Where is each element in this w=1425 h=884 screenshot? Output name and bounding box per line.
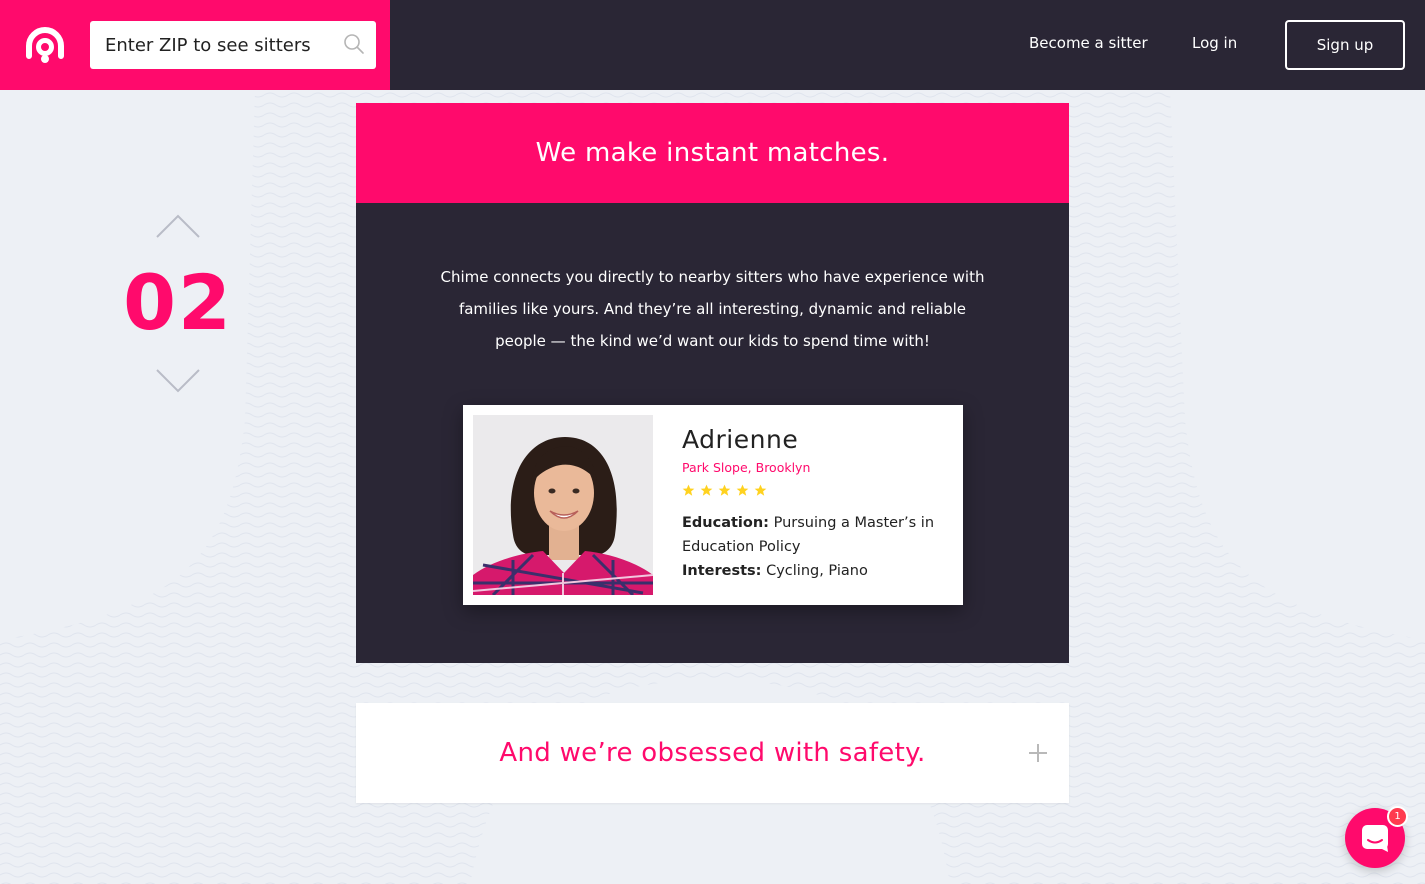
card-description: Chime connects you directly to nearby si… bbox=[440, 268, 985, 350]
brand-zone bbox=[0, 0, 390, 90]
card-title: We make instant matches. bbox=[535, 138, 890, 168]
star-icon bbox=[736, 484, 749, 496]
top-header: Become a sitter Log in Sign up bbox=[0, 0, 1425, 90]
card-header: We make instant matches. bbox=[356, 103, 1069, 203]
star-icon bbox=[682, 484, 695, 496]
safety-card[interactable]: And we’re obsessed with safety. bbox=[356, 703, 1069, 803]
log-in-link[interactable]: Log in bbox=[1192, 34, 1237, 52]
search-icon[interactable] bbox=[343, 33, 365, 55]
interests-value: Cycling, Piano bbox=[761, 563, 868, 579]
sitter-portrait-image bbox=[473, 415, 653, 595]
chat-icon bbox=[1362, 825, 1388, 852]
chat-notification-badge: 1 bbox=[1387, 806, 1408, 827]
star-icon bbox=[754, 484, 767, 496]
plus-icon[interactable] bbox=[1028, 743, 1048, 763]
sitter-location: Park Slope, Brooklyn bbox=[682, 460, 811, 475]
sitter-photo bbox=[473, 415, 653, 595]
step-number: 02 bbox=[123, 258, 233, 347]
chevron-up-icon[interactable] bbox=[155, 213, 201, 239]
zip-search-input[interactable] bbox=[90, 21, 376, 69]
chime-logo-icon[interactable] bbox=[23, 26, 67, 64]
star-icon bbox=[700, 484, 713, 496]
star-icon bbox=[718, 484, 731, 496]
sitter-education: Education: Pursuing a Master’s in Educat… bbox=[682, 511, 952, 559]
sign-up-button[interactable]: Sign up bbox=[1285, 20, 1405, 70]
safety-card-title: And we’re obsessed with safety. bbox=[499, 738, 926, 768]
chevron-down-icon[interactable] bbox=[155, 368, 201, 394]
instant-matches-card: We make instant matches. Chime connects … bbox=[356, 103, 1069, 663]
education-label: Education: bbox=[682, 515, 769, 531]
sitter-interests: Interests: Cycling, Piano bbox=[682, 559, 952, 583]
interests-label: Interests: bbox=[682, 563, 762, 579]
star-rating bbox=[682, 484, 767, 497]
become-sitter-link[interactable]: Become a sitter bbox=[1029, 34, 1148, 52]
sitter-profile-card[interactable]: Adrienne Park Slope, Brooklyn Education:… bbox=[463, 405, 963, 605]
sitter-name: Adrienne bbox=[682, 425, 799, 454]
